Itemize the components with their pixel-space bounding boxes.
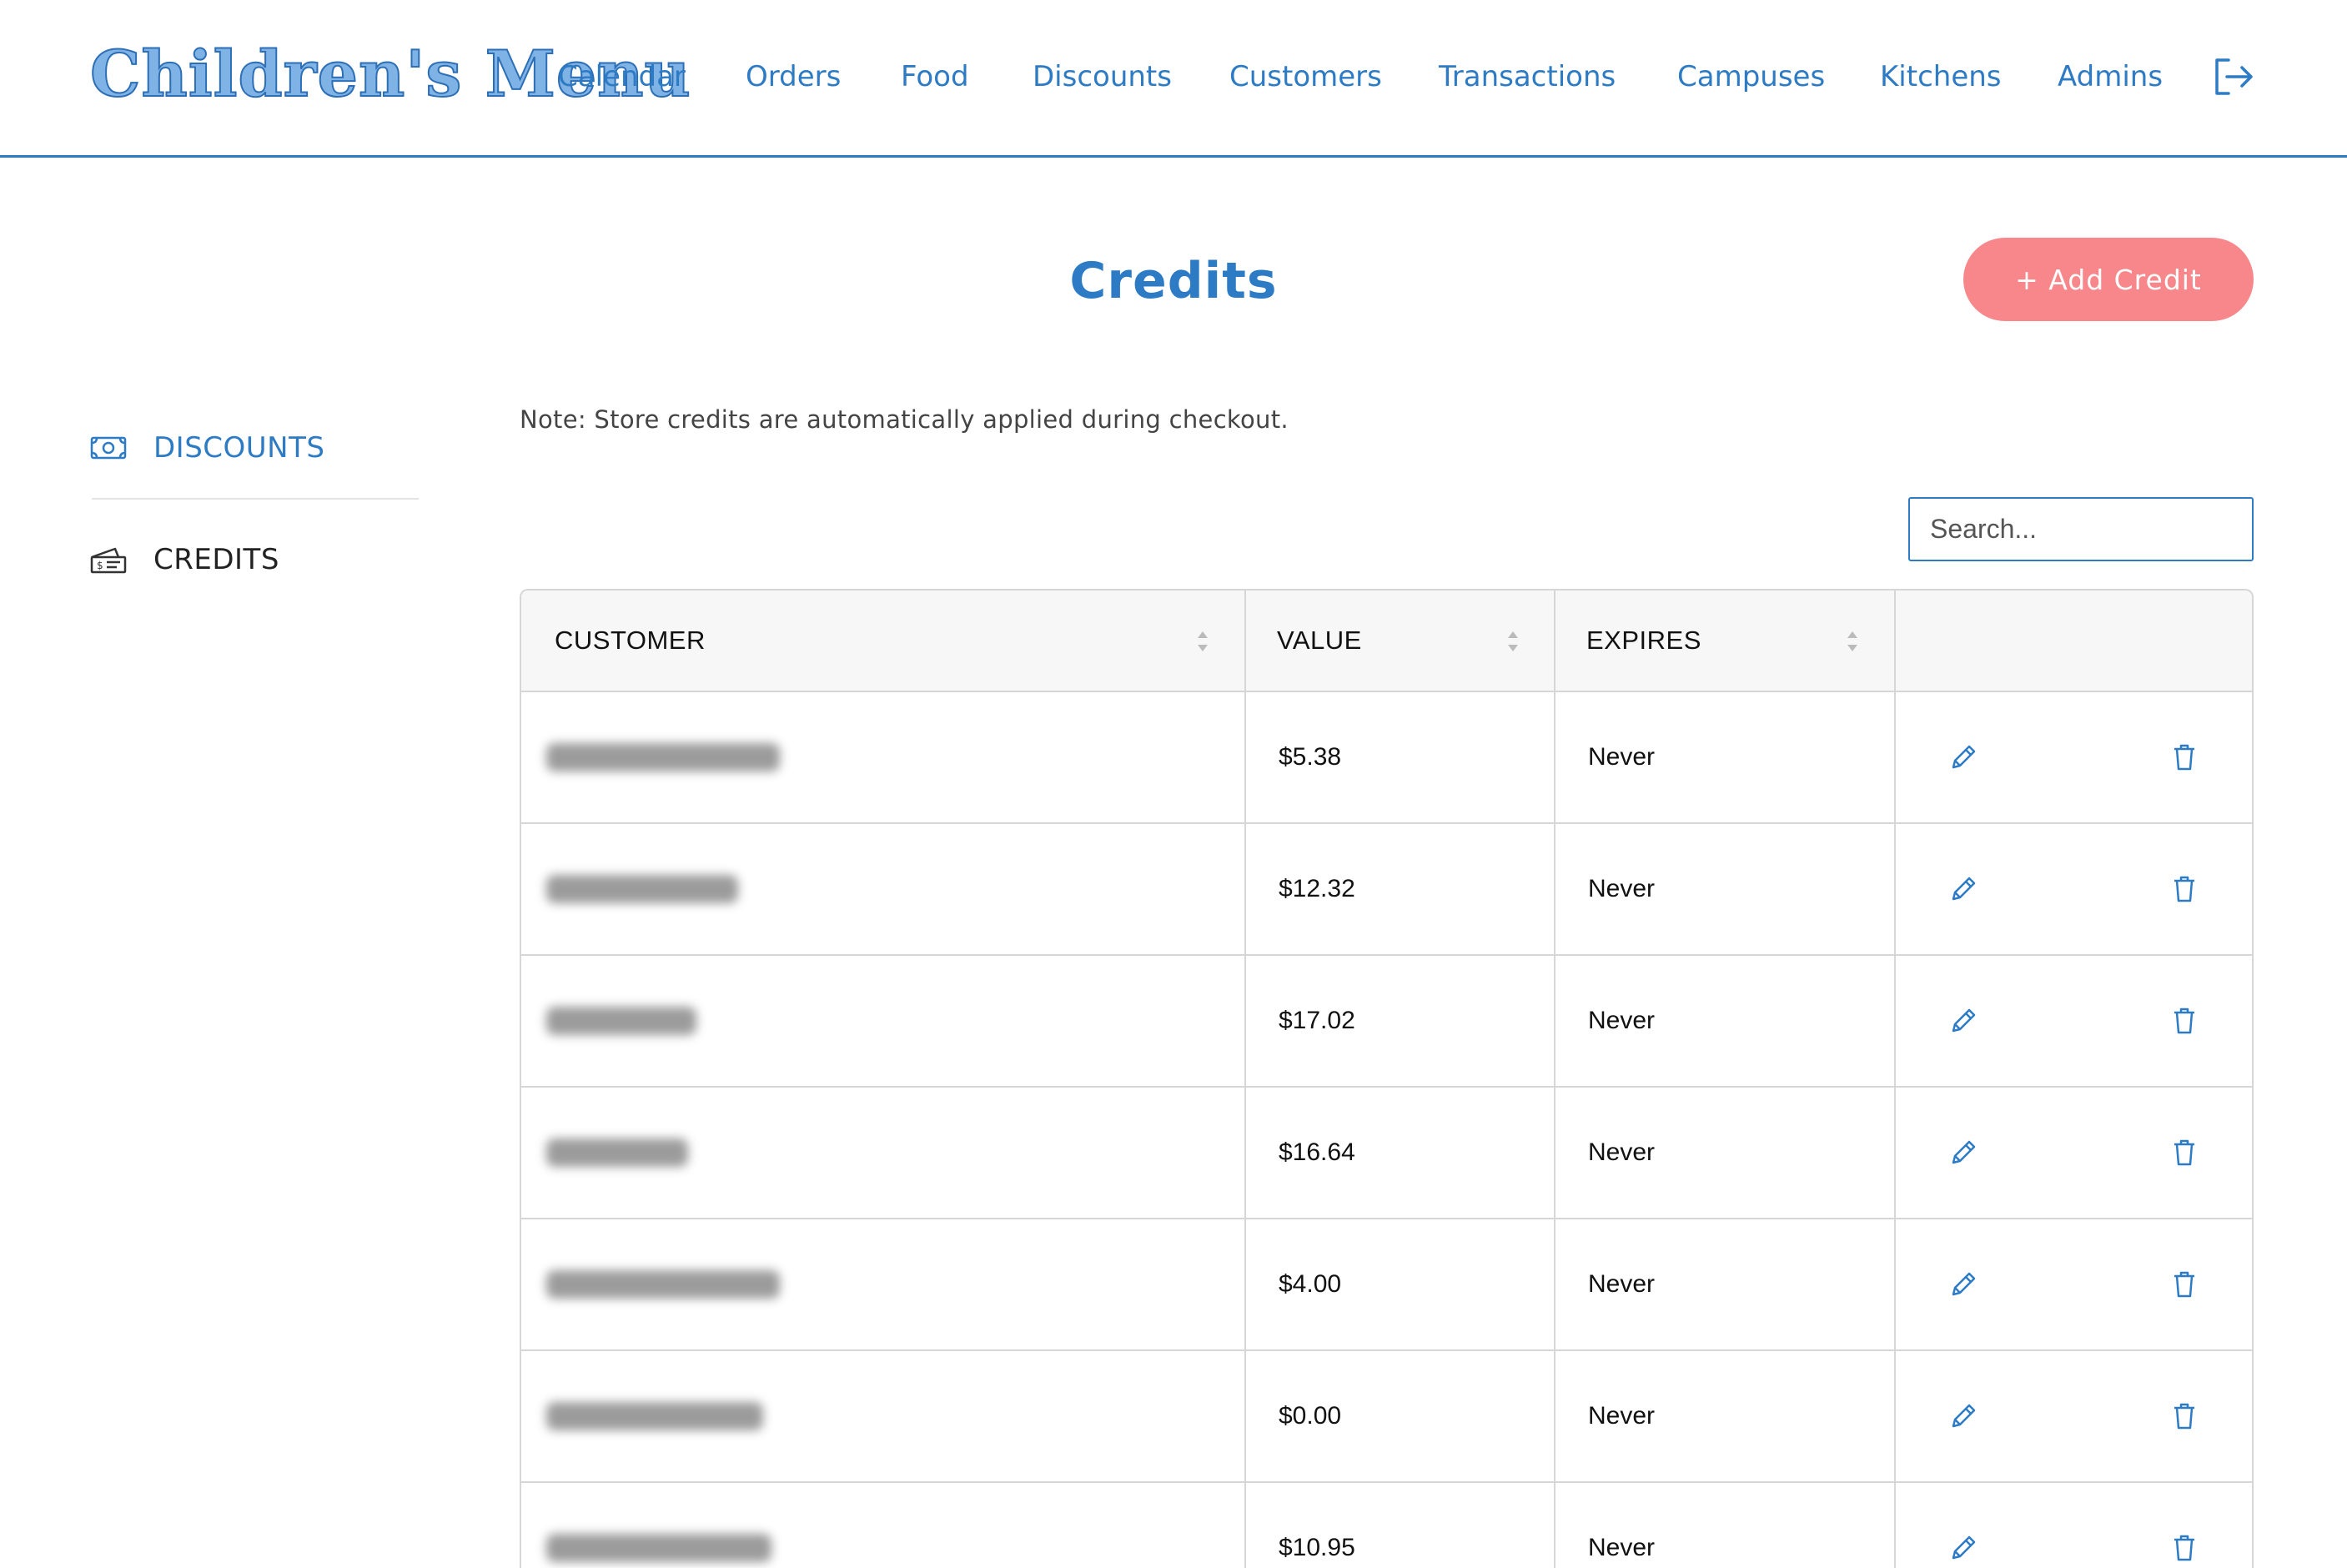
credits-table: CUSTOMER VALUE EXPIRES $5.38 Never $12.3…: [520, 589, 2254, 1568]
top-header: Children's Menu Calendar Orders Food Dis…: [0, 0, 2347, 158]
nav-food[interactable]: Food: [901, 52, 969, 102]
table-row: $4.00 Never: [521, 1219, 2252, 1351]
table-row: $0.00 Never: [521, 1351, 2252, 1483]
delete-trash-icon[interactable]: [2164, 737, 2204, 777]
customer-cell: [546, 1483, 1214, 1568]
nav-transactions[interactable]: Transactions: [1439, 52, 1616, 102]
redacted-customer-name: [546, 1270, 780, 1299]
delete-trash-icon[interactable]: [2164, 1001, 2204, 1041]
edit-pencil-icon[interactable]: [1943, 869, 1983, 909]
customer-cell: [546, 1219, 1214, 1349]
money-bill-icon: [90, 433, 127, 463]
column-header-value[interactable]: VALUE: [1277, 591, 1577, 691]
nav-calendar[interactable]: Calendar: [558, 52, 686, 102]
edit-pencil-icon[interactable]: [1943, 1396, 1983, 1436]
nav-discounts[interactable]: Discounts: [1033, 52, 1172, 102]
sort-icon[interactable]: [1845, 629, 1860, 654]
redacted-customer-name: [546, 1138, 688, 1167]
edit-pencil-icon[interactable]: [1943, 737, 1983, 777]
edit-pencil-icon[interactable]: [1943, 1528, 1983, 1568]
redacted-customer-name: [546, 875, 738, 903]
edit-pencil-icon[interactable]: [1943, 1264, 1983, 1304]
table-row: $10.95 Never: [521, 1483, 2252, 1568]
redacted-customer-name: [546, 1534, 771, 1562]
redacted-customer-name: [546, 743, 780, 771]
expires-cell: Never: [1588, 743, 1656, 771]
table-header: CUSTOMER VALUE EXPIRES: [521, 591, 2252, 692]
expires-cell: Never: [1588, 1270, 1656, 1298]
sidebar-item-discounts[interactable]: DISCOUNTS: [90, 415, 419, 481]
value-cell: $12.32: [1279, 875, 1355, 902]
expires-cell: Never: [1588, 875, 1656, 902]
sidebar-divider: [92, 498, 419, 500]
delete-trash-icon[interactable]: [2164, 1264, 2204, 1304]
redacted-customer-name: [546, 1402, 763, 1430]
column-header-label: VALUE: [1277, 626, 1362, 655]
column-header-label: CUSTOMER: [555, 626, 706, 655]
table-row: $17.02 Never: [521, 956, 2252, 1088]
value-cell: $17.02: [1279, 1007, 1355, 1034]
svg-text:$: $: [97, 560, 103, 571]
expires-cell: Never: [1588, 1402, 1656, 1430]
nav-admins[interactable]: Admins: [2058, 52, 2163, 102]
nav-kitchens[interactable]: Kitchens: [1880, 52, 2002, 102]
nav-campuses[interactable]: Campuses: [1677, 52, 1825, 102]
value-cell: $4.00: [1279, 1270, 1342, 1298]
expires-cell: Never: [1588, 1138, 1656, 1166]
redacted-customer-name: [546, 1007, 696, 1035]
logout-icon[interactable]: [2212, 55, 2255, 98]
credits-note: Note: Store credits are automatically ap…: [520, 405, 1289, 434]
column-header-expires[interactable]: EXPIRES: [1586, 591, 1920, 691]
expires-cell: Never: [1588, 1534, 1656, 1561]
customer-cell: [546, 1088, 1214, 1218]
delete-trash-icon[interactable]: [2164, 1528, 2204, 1568]
edit-pencil-icon[interactable]: [1943, 1001, 1983, 1041]
delete-trash-icon[interactable]: [2164, 869, 2204, 909]
search-input[interactable]: [1908, 497, 2254, 561]
column-header-customer[interactable]: CUSTOMER: [555, 591, 1239, 691]
table-row: $5.38 Never: [521, 692, 2252, 824]
nav-orders[interactable]: Orders: [746, 52, 841, 102]
value-cell: $10.95: [1279, 1534, 1355, 1561]
customer-cell: [546, 824, 1214, 954]
value-cell: $16.64: [1279, 1138, 1355, 1166]
expires-cell: Never: [1588, 1007, 1656, 1034]
column-header-label: EXPIRES: [1586, 626, 1701, 655]
sidebar-item-credits[interactable]: $ CREDITS: [90, 526, 419, 593]
table-row: $12.32 Never: [521, 824, 2252, 956]
edit-pencil-icon[interactable]: [1943, 1133, 1983, 1173]
customer-cell: [546, 692, 1214, 822]
nav-customers[interactable]: Customers: [1229, 52, 1382, 102]
sort-icon[interactable]: [1505, 629, 1520, 654]
value-cell: $0.00: [1279, 1402, 1342, 1430]
delete-trash-icon[interactable]: [2164, 1133, 2204, 1173]
sort-icon[interactable]: [1195, 629, 1210, 654]
value-cell: $5.38: [1279, 743, 1342, 771]
add-credit-button[interactable]: + Add Credit: [1963, 238, 2254, 321]
table-row: $16.64 Never: [521, 1088, 2252, 1219]
customer-cell: [546, 956, 1214, 1086]
delete-trash-icon[interactable]: [2164, 1396, 2204, 1436]
customer-cell: [546, 1351, 1214, 1481]
credit-ticket-icon: $: [90, 545, 127, 575]
sidebar-item-label: CREDITS: [153, 543, 279, 576]
sidebar-item-label: DISCOUNTS: [153, 431, 325, 465]
